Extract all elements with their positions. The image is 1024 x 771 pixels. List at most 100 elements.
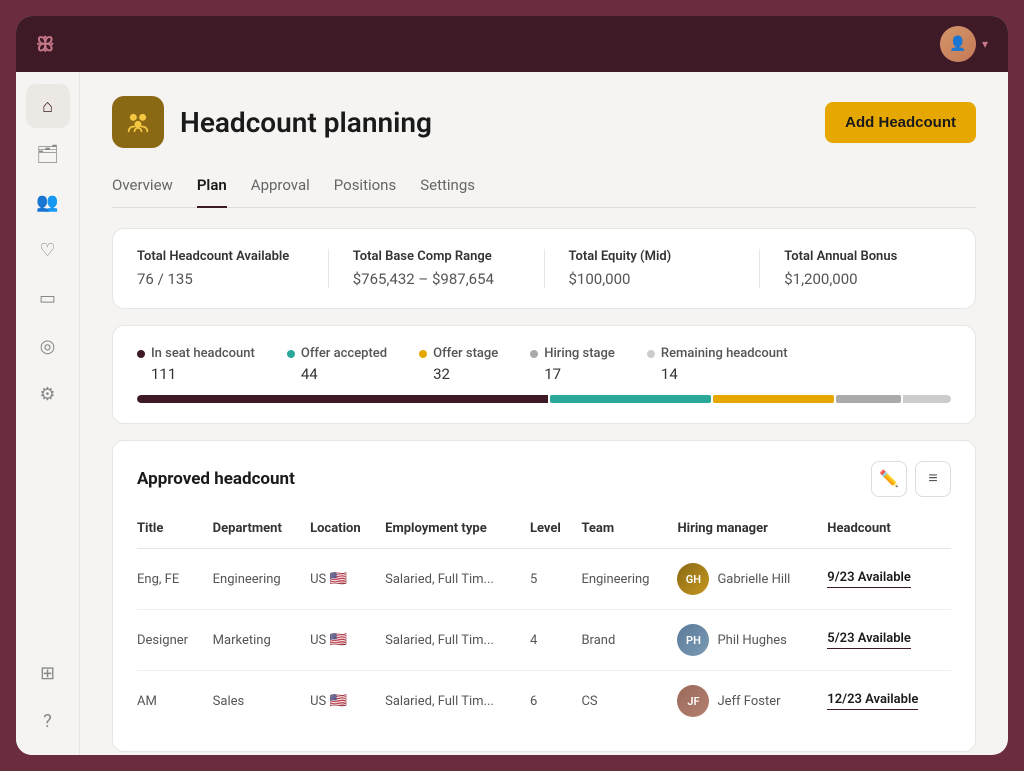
- bar-remaining: [903, 395, 951, 403]
- legend-in-seat-label: In seat headcount: [137, 346, 255, 361]
- stat-equity-value: $100,000: [569, 270, 736, 288]
- hiring-stage-value: 17: [530, 365, 615, 383]
- tab-plan[interactable]: Plan: [197, 168, 227, 208]
- tab-settings[interactable]: Settings: [420, 168, 475, 208]
- row3-department: Sales: [213, 671, 310, 732]
- titlebar-right: 👤 ▾: [940, 26, 988, 62]
- sidebar-item-help[interactable]: ?: [26, 699, 70, 743]
- tabs-nav: Overview Plan Approval Positions Setting…: [112, 168, 976, 208]
- manager-cell-1: GH Gabrielle Hill: [677, 563, 815, 595]
- sidebar-item-grid[interactable]: ⊞: [26, 651, 70, 695]
- main-content: Headcount planning Add Headcount Overvie…: [80, 72, 1008, 755]
- table-head: Title Department Location Employment typ…: [137, 513, 951, 549]
- row1-location: US 🇺🇸: [310, 549, 385, 610]
- sidebar-item-home[interactable]: ⌂: [26, 84, 70, 128]
- sidebar-item-briefcase[interactable]: 🗂: [26, 132, 70, 176]
- row2-level: 4: [530, 610, 582, 671]
- col-location: Location: [310, 513, 385, 549]
- col-team: Team: [581, 513, 677, 549]
- headcount-value-3: 12/23 Available: [827, 692, 918, 710]
- bar-offer-stage: [713, 395, 834, 403]
- sidebar-item-settings[interactable]: ⚙: [26, 372, 70, 416]
- sidebar-item-monitor[interactable]: ▭: [26, 276, 70, 320]
- bar-in-seat: [137, 395, 548, 403]
- filter-button[interactable]: ≡: [915, 461, 951, 497]
- tab-overview[interactable]: Overview: [112, 168, 173, 208]
- stat-base-comp-label: Total Base Comp Range: [353, 249, 520, 264]
- row1-headcount: 9/23 Available: [827, 549, 951, 610]
- table-header-row: Approved headcount ✏️ ≡: [137, 461, 951, 497]
- row3-headcount: 12/23 Available: [827, 671, 951, 732]
- headcount-value-2: 5/23 Available: [827, 631, 911, 649]
- headcount-value-1: 9/23 Available: [827, 570, 911, 588]
- manager-avatar-1: GH: [677, 563, 709, 595]
- stat-base-comp: Total Base Comp Range $765,432 – $987,65…: [353, 249, 545, 288]
- table-row: Eng, FE Engineering US 🇺🇸 Salaried, Full…: [137, 549, 951, 610]
- row1-department: Engineering: [213, 549, 310, 610]
- legend-remaining-label: Remaining headcount: [647, 346, 788, 361]
- main-layout: ⌂ 🗂 👥 ♡ ▭ ◎ ⚙ ⊞ ?: [16, 72, 1008, 755]
- manager-name-3: Jeff Foster: [717, 694, 780, 709]
- stat-base-comp-value: $765,432 – $987,654: [353, 270, 520, 288]
- add-headcount-button[interactable]: Add Headcount: [825, 102, 976, 143]
- legend-offer-accepted: Offer accepted 44: [287, 346, 387, 383]
- legend-in-seat: In seat headcount 111: [137, 346, 255, 383]
- stat-headcount-available: Total Headcount Available 76 / 135: [137, 249, 329, 288]
- stat-annual-bonus-label: Total Annual Bonus: [784, 249, 951, 264]
- avatar-gabrielle: GH: [677, 563, 709, 595]
- table-body: Eng, FE Engineering US 🇺🇸 Salaried, Full…: [137, 549, 951, 732]
- sidebar-item-people[interactable]: 👥: [26, 180, 70, 224]
- page-icon: [112, 96, 164, 148]
- edit-button[interactable]: ✏️: [871, 461, 907, 497]
- legend-hiring-stage: Hiring stage 17: [530, 346, 615, 383]
- stat-headcount-label: Total Headcount Available: [137, 249, 304, 264]
- offer-accepted-value: 44: [287, 365, 387, 383]
- row2-headcount: 5/23 Available: [827, 610, 951, 671]
- row1-manager: GH Gabrielle Hill: [677, 549, 827, 610]
- legend-hiring-stage-label: Hiring stage: [530, 346, 615, 361]
- col-title: Title: [137, 513, 213, 549]
- manager-avatar-3: JF: [677, 685, 709, 717]
- tab-approval[interactable]: Approval: [251, 168, 310, 208]
- in-seat-dot: [137, 350, 145, 358]
- bar-offer-accepted: [550, 395, 711, 403]
- user-avatar[interactable]: 👤: [940, 26, 976, 62]
- progress-bar: [137, 395, 951, 403]
- offer-stage-value: 32: [419, 365, 498, 383]
- manager-name-2: Phil Hughes: [717, 633, 786, 648]
- manager-name-1: Gabrielle Hill: [717, 572, 790, 587]
- row2-department: Marketing: [213, 610, 310, 671]
- approved-headcount-table: Title Department Location Employment typ…: [137, 513, 951, 731]
- bar-legend: In seat headcount 111 Offer accepted 44: [137, 346, 951, 383]
- remaining-value: 14: [647, 365, 788, 383]
- col-department: Department: [213, 513, 310, 549]
- legend-offer-accepted-label: Offer accepted: [287, 346, 387, 361]
- bar-hiring-stage: [836, 395, 900, 403]
- sidebar-item-dollar[interactable]: ◎: [26, 324, 70, 368]
- stat-headcount-value: 76 / 135: [137, 270, 304, 288]
- sidebar: ⌂ 🗂 👥 ♡ ▭ ◎ ⚙ ⊞ ?: [16, 72, 80, 755]
- page-title: Headcount planning: [180, 106, 432, 139]
- tab-positions[interactable]: Positions: [334, 168, 396, 208]
- avatar-jeff: JF: [677, 685, 709, 717]
- sidebar-item-heart[interactable]: ♡: [26, 228, 70, 272]
- row1-level: 5: [530, 549, 582, 610]
- avatar-image: 👤: [940, 26, 976, 62]
- table-actions: ✏️ ≡: [871, 461, 951, 497]
- row2-title: Designer: [137, 610, 213, 671]
- row3-location: US 🇺🇸: [310, 671, 385, 732]
- headcount-bar-card: In seat headcount 111 Offer accepted 44: [112, 325, 976, 424]
- avatar-phil: PH: [677, 624, 709, 656]
- manager-cell-2: PH Phil Hughes: [677, 624, 815, 656]
- table-row: AM Sales US 🇺🇸 Salaried, Full Tim... 6 C…: [137, 671, 951, 732]
- row1-employment-type: Salaried, Full Tim...: [385, 549, 530, 610]
- row1-title: Eng, FE: [137, 549, 213, 610]
- chevron-down-icon[interactable]: ▾: [982, 37, 988, 51]
- app-logo: ꕥ: [36, 32, 57, 56]
- manager-cell-3: JF Jeff Foster: [677, 685, 815, 717]
- manager-avatar-2: PH: [677, 624, 709, 656]
- col-headcount: Headcount: [827, 513, 951, 549]
- hiring-stage-dot: [530, 350, 538, 358]
- table-row: Designer Marketing US 🇺🇸 Salaried, Full …: [137, 610, 951, 671]
- app-window: ꕥ 👤 ▾ ⌂ 🗂 👥 ♡ ▭ ◎ ⚙ ⊞ ?: [16, 16, 1008, 755]
